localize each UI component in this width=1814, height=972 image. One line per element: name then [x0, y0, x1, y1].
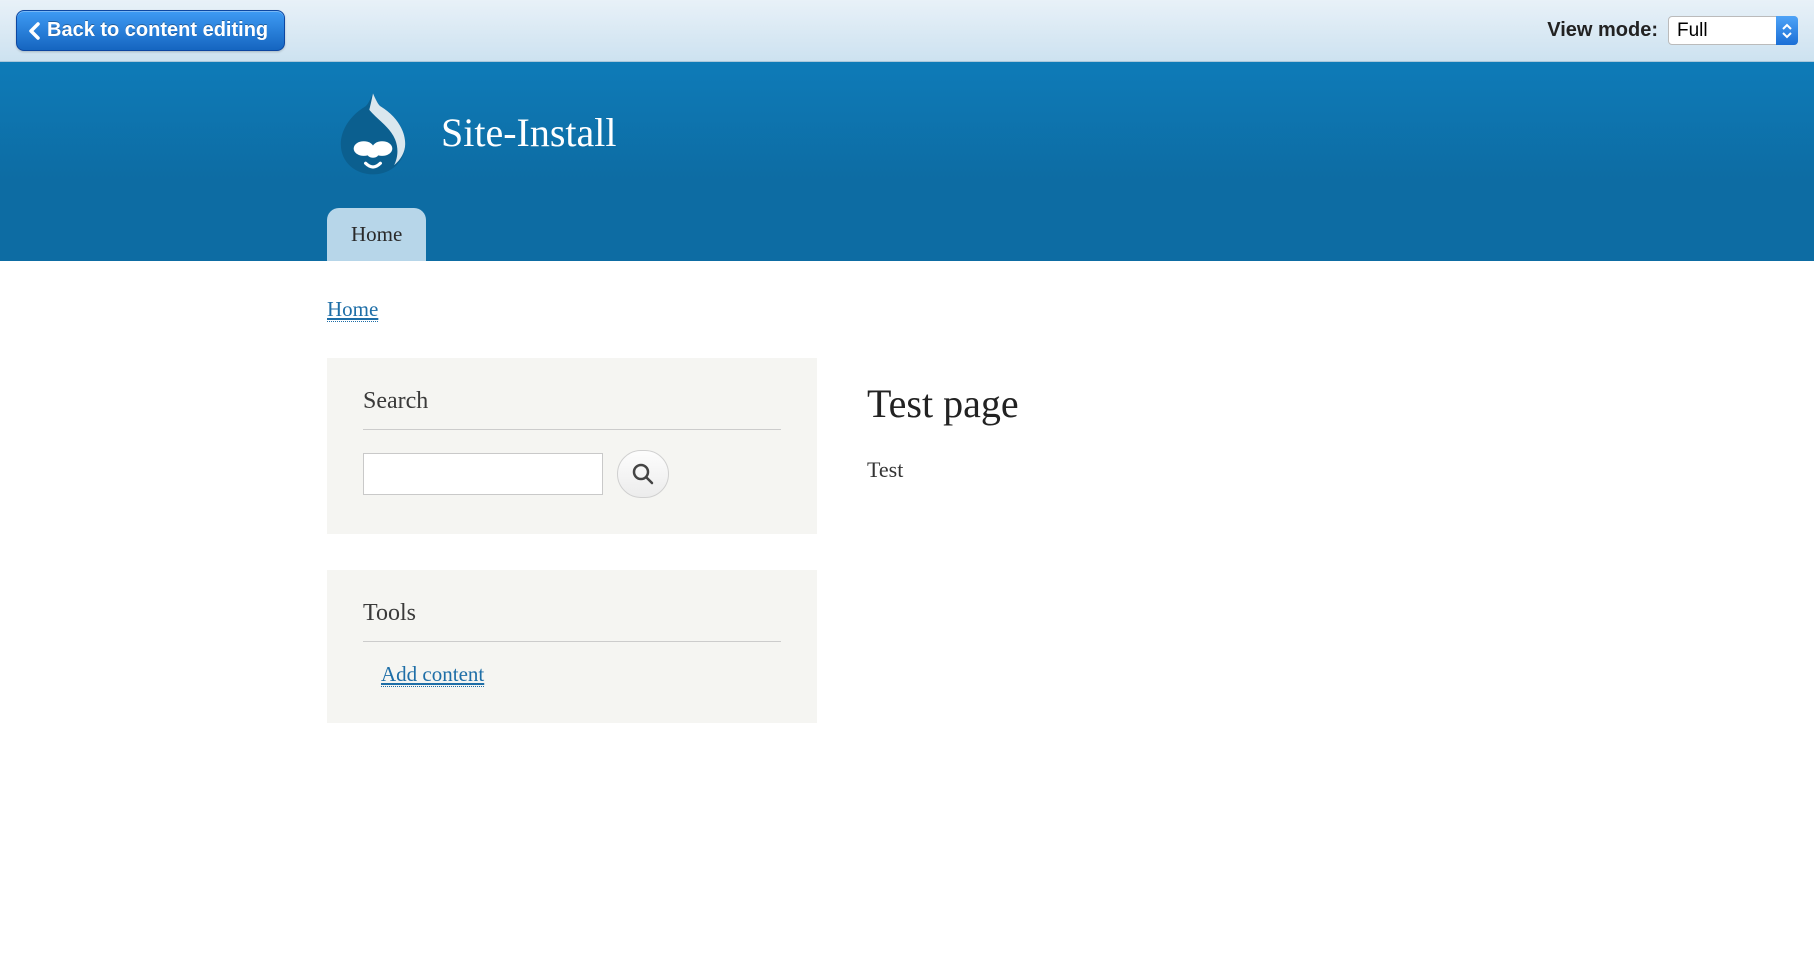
nav-tab-home[interactable]: Home [327, 208, 426, 261]
page-title: Test page [867, 380, 1487, 427]
tools-block-title: Tools [363, 600, 781, 642]
page-body: Home Search Tools Add content [307, 261, 1507, 795]
site-name[interactable]: Site-Install [441, 109, 617, 156]
main-navigation: Home [327, 208, 1487, 261]
search-submit-button[interactable] [617, 450, 669, 498]
view-mode-select[interactable]: Full [1668, 16, 1798, 45]
site-header: Site-Install Home [0, 62, 1814, 261]
view-mode-group: View mode: Full [1547, 16, 1798, 45]
preview-toolbar: Back to content editing View mode: Full [0, 0, 1814, 62]
branding: Site-Install [327, 78, 1487, 208]
search-block-title: Search [363, 388, 781, 430]
chevron-left-icon [27, 22, 41, 40]
search-input[interactable] [363, 453, 603, 495]
sidebar: Search Tools Add content [327, 358, 817, 759]
breadcrumb: Home [327, 297, 1487, 322]
main-content: Test page Test [867, 358, 1487, 483]
back-to-editing-button[interactable]: Back to content editing [16, 10, 285, 51]
breadcrumb-home[interactable]: Home [327, 297, 378, 322]
search-icon [630, 461, 656, 487]
search-block: Search [327, 358, 817, 534]
back-button-label: Back to content editing [47, 19, 268, 42]
drupal-logo-icon [327, 86, 419, 178]
tools-block: Tools Add content [327, 570, 817, 723]
nav-tab-label: Home [351, 222, 402, 246]
add-content-link[interactable]: Add content [381, 662, 484, 687]
view-mode-label: View mode: [1547, 19, 1658, 42]
page-body-text: Test [867, 457, 1487, 483]
